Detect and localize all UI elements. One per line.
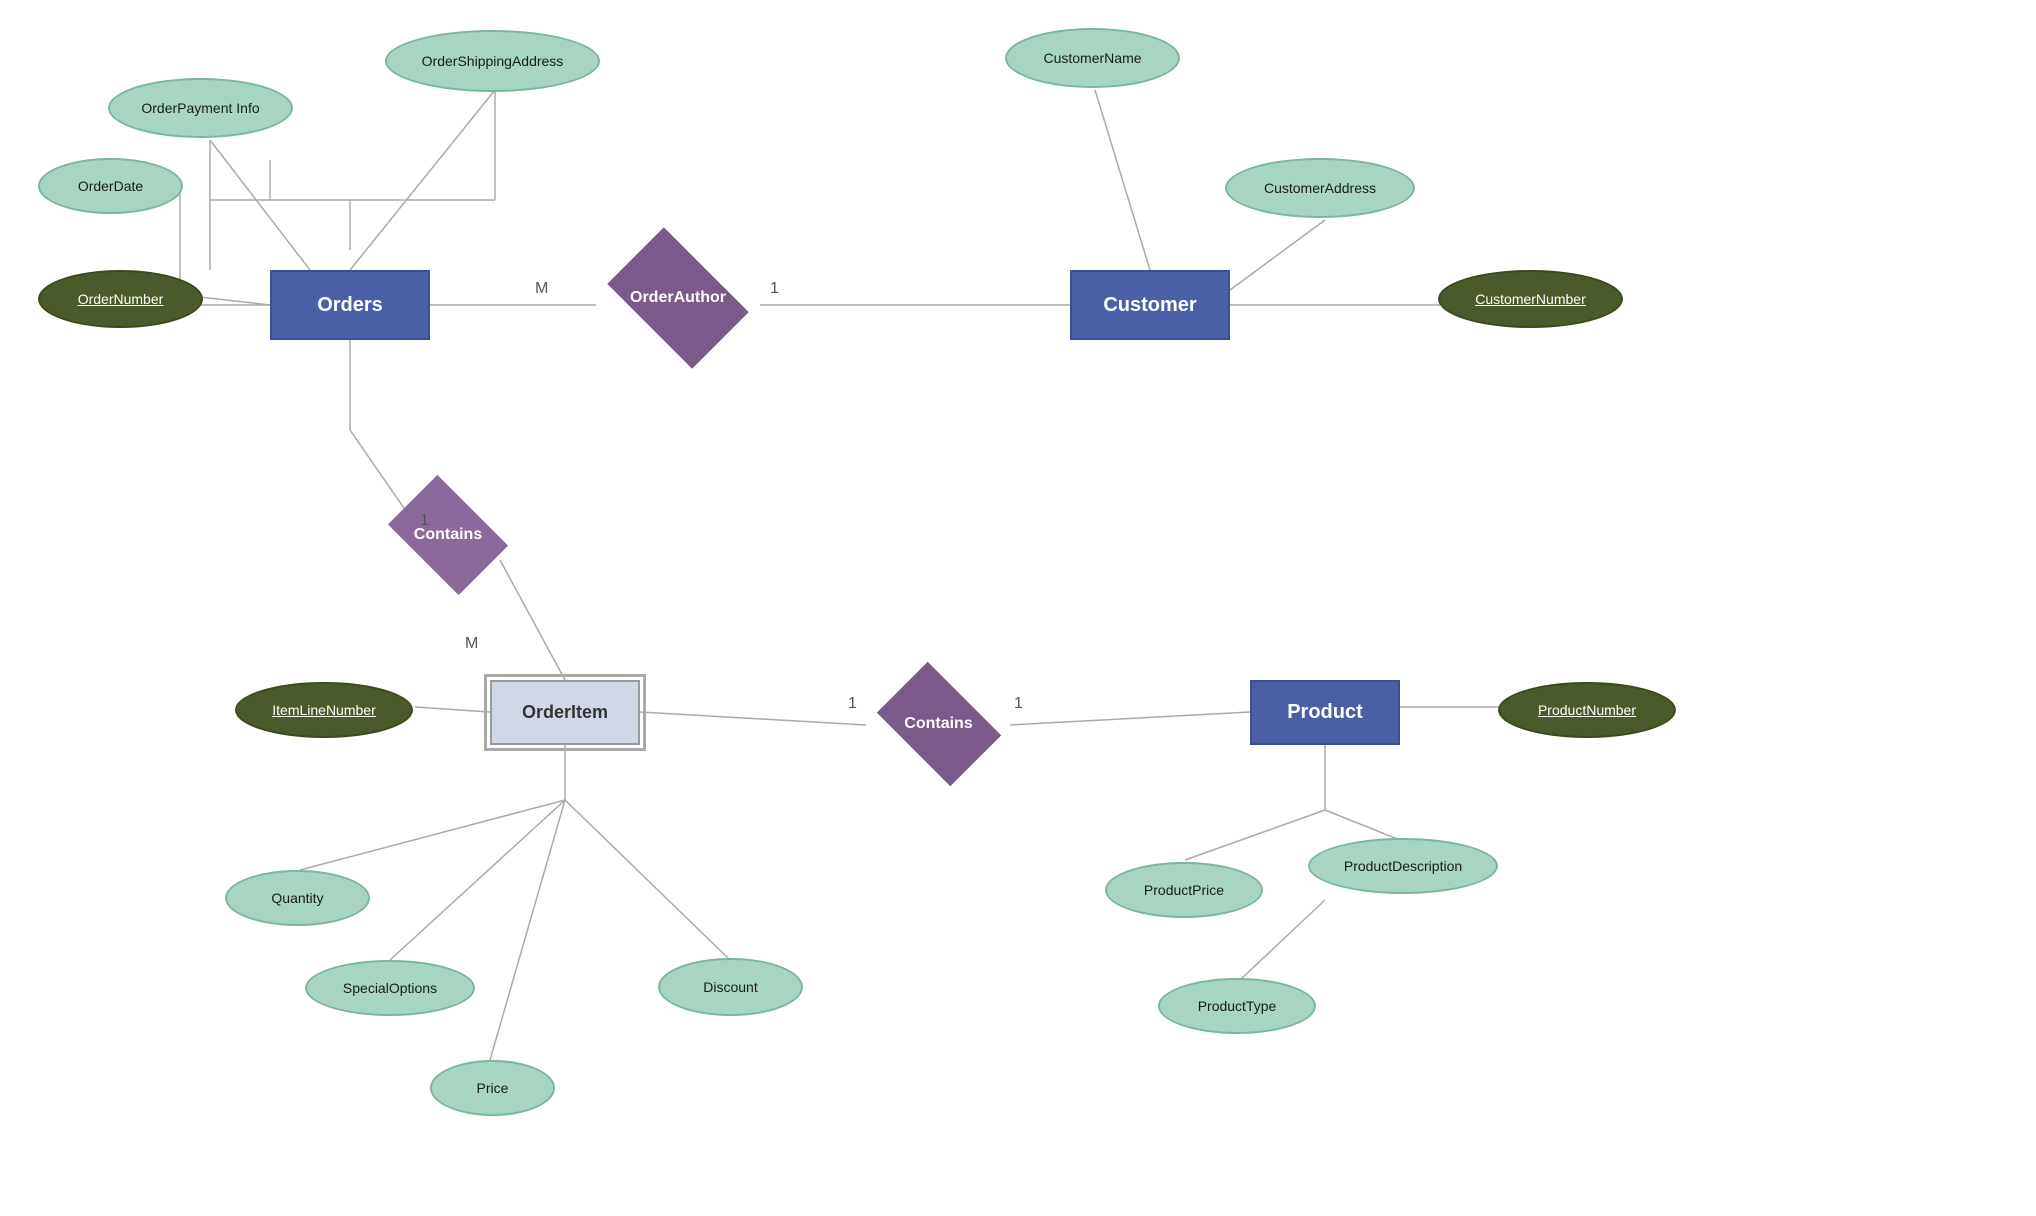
attr-quantity: Quantity (225, 870, 370, 926)
er-diagram: Orders Customer OrderItem Product OrderA… (0, 0, 2036, 1216)
entity-orders: Orders (270, 270, 430, 340)
attr-itemlinenumber: ItemLineNumber (235, 682, 413, 738)
attr-productprice: ProductPrice (1105, 862, 1263, 918)
attr-specialoptions: SpecialOptions (305, 960, 475, 1016)
cardinality-m2: M (465, 635, 478, 653)
attr-ordershipping: OrderShippingAddress (385, 30, 600, 92)
attr-price: Price (430, 1060, 555, 1116)
entity-orderitem: OrderItem (490, 680, 640, 745)
attr-customernumber: CustomerNumber (1438, 270, 1623, 328)
relationship-orderauthor: OrderAuthor (598, 248, 758, 348)
relationship-contains1: Contains (378, 490, 518, 580)
attr-ordernumber: OrderNumber (38, 270, 203, 328)
cardinality-1-1: 1 (770, 280, 779, 298)
attr-customername: CustomerName (1005, 28, 1180, 88)
attr-productdesc: ProductDescription (1308, 838, 1498, 894)
attr-discount: Discount (658, 958, 803, 1016)
attr-orderdate: OrderDate (38, 158, 183, 214)
cardinality-1-3: 1 (848, 695, 857, 713)
entity-product: Product (1250, 680, 1400, 745)
connector-lines (0, 0, 2036, 1216)
attr-productnumber: ProductNumber (1498, 682, 1676, 738)
cardinality-1-4: 1 (1014, 695, 1023, 713)
attr-customeraddress: CustomerAddress (1225, 158, 1415, 218)
attr-producttype: ProductType (1158, 978, 1316, 1034)
entity-customer: Customer (1070, 270, 1230, 340)
attr-orderpayment: OrderPayment Info (108, 78, 293, 138)
cardinality-m1: M (535, 280, 548, 298)
relationship-contains2: Contains (866, 678, 1011, 770)
